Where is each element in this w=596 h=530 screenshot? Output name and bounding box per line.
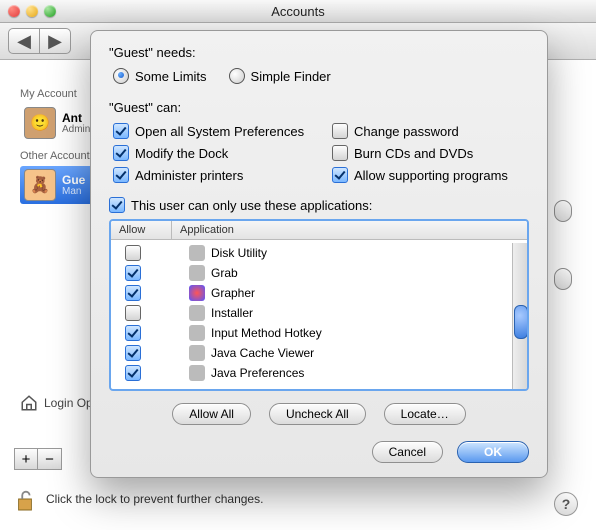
needs-label: "Guest" needs: (109, 45, 529, 60)
obscured-button[interactable] (554, 200, 572, 222)
table-row[interactable]: Grab (111, 263, 513, 283)
app-icon (189, 325, 205, 341)
titlebar: Accounts (0, 0, 596, 23)
checkbox-icon (113, 123, 129, 139)
help-button[interactable]: ? (554, 492, 578, 516)
radio-label: Simple Finder (251, 69, 331, 84)
back-icon[interactable]: ◀ (9, 29, 39, 53)
add-remove-account: + − (14, 448, 62, 470)
checkbox-icon (332, 167, 348, 183)
accounts-window: Accounts ◀ ▶ My Account 🙂 Ant Admin Othe… (0, 0, 596, 530)
checkbox-change-password[interactable]: Change password (332, 123, 529, 139)
allow-checkbox[interactable] (125, 325, 141, 341)
scrollbar-thumb[interactable] (514, 305, 528, 339)
allow-all-button[interactable]: Allow All (172, 403, 251, 425)
checkbox-burn[interactable]: Burn CDs and DVDs (332, 145, 529, 161)
window-title: Accounts (0, 4, 596, 19)
allow-checkbox[interactable] (125, 305, 141, 321)
close-icon[interactable] (8, 5, 20, 17)
table-row[interactable]: Java Preferences (111, 363, 513, 383)
checkbox-icon (332, 123, 348, 139)
obscured-pane-buttons (554, 200, 572, 290)
lock-row: Click the lock to prevent further change… (14, 486, 263, 512)
table-row[interactable]: Input Method Hotkey (111, 323, 513, 343)
radio-icon (229, 68, 245, 84)
add-account-button[interactable]: + (14, 448, 38, 470)
radio-label: Some Limits (135, 69, 207, 84)
table-body: Disk Utility Grab Grapher Installer Inpu… (111, 243, 513, 389)
checkbox-admin-printers[interactable]: Administer printers (113, 167, 310, 183)
applications-table: Allow Application Disk Utility Grab Grap… (109, 219, 529, 391)
checkbox-only-these-apps[interactable]: This user can only use these application… (109, 197, 529, 213)
locate-button[interactable]: Locate… (384, 403, 466, 425)
radio-icon (113, 68, 129, 84)
avatar-icon: 🙂 (24, 107, 56, 139)
house-icon (20, 394, 38, 412)
app-icon (189, 245, 205, 261)
can-label: "Guest" can: (109, 100, 529, 115)
remove-account-button[interactable]: − (38, 448, 62, 470)
app-name: Input Method Hotkey (211, 326, 322, 340)
obscured-button[interactable] (554, 268, 572, 290)
checkbox-open-prefs[interactable]: Open all System Preferences (113, 123, 310, 139)
app-name: Grapher (211, 286, 255, 300)
parental-controls-sheet: "Guest" needs: Some Limits Simple Finder… (90, 30, 548, 478)
radio-simple-finder[interactable]: Simple Finder (229, 68, 331, 84)
user-role: Admin (62, 124, 90, 135)
app-icon (189, 285, 205, 301)
ok-button[interactable]: OK (457, 441, 529, 463)
user-name: Gue (62, 174, 85, 186)
allow-checkbox[interactable] (125, 365, 141, 381)
app-icon (189, 265, 205, 281)
cancel-button[interactable]: Cancel (372, 441, 443, 463)
app-icon (189, 345, 205, 361)
app-name: Java Preferences (211, 366, 304, 380)
app-name: Disk Utility (211, 246, 267, 260)
user-name: Ant (62, 112, 90, 124)
table-row[interactable]: Grapher (111, 283, 513, 303)
checkbox-allow-supporting[interactable]: Allow supporting programs (332, 167, 529, 183)
avatar-icon: 🧸 (24, 169, 56, 201)
user-role: Man (62, 186, 85, 197)
minimize-icon[interactable] (26, 5, 38, 17)
app-name: Java Cache Viewer (211, 346, 314, 360)
checkbox-modify-dock[interactable]: Modify the Dock (113, 145, 310, 161)
allow-checkbox[interactable] (125, 265, 141, 281)
allow-checkbox[interactable] (125, 345, 141, 361)
unlocked-lock-icon[interactable] (14, 486, 36, 512)
col-allow[interactable]: Allow (111, 221, 172, 239)
checkbox-icon (113, 167, 129, 183)
app-icon (189, 305, 205, 321)
table-row[interactable]: Installer (111, 303, 513, 323)
app-name: Installer (211, 306, 253, 320)
zoom-icon[interactable] (44, 5, 56, 17)
app-icon (189, 365, 205, 381)
table-row[interactable]: Disk Utility (111, 243, 513, 263)
checkbox-icon (332, 145, 348, 161)
allow-checkbox[interactable] (125, 285, 141, 301)
app-name: Grab (211, 266, 238, 280)
window-controls (8, 5, 56, 17)
table-header: Allow Application (111, 221, 527, 240)
checkbox-icon (109, 197, 125, 213)
forward-icon[interactable]: ▶ (39, 29, 70, 53)
uncheck-all-button[interactable]: Uncheck All (269, 403, 366, 425)
table-row[interactable]: Java Cache Viewer (111, 343, 513, 363)
col-application[interactable]: Application (172, 221, 242, 239)
checkbox-icon (113, 145, 129, 161)
allow-checkbox[interactable] (125, 245, 141, 261)
nav-back-forward[interactable]: ◀ ▶ (8, 28, 71, 54)
radio-some-limits[interactable]: Some Limits (113, 68, 207, 84)
scrollbar[interactable] (512, 243, 527, 389)
lock-text: Click the lock to prevent further change… (46, 492, 263, 506)
